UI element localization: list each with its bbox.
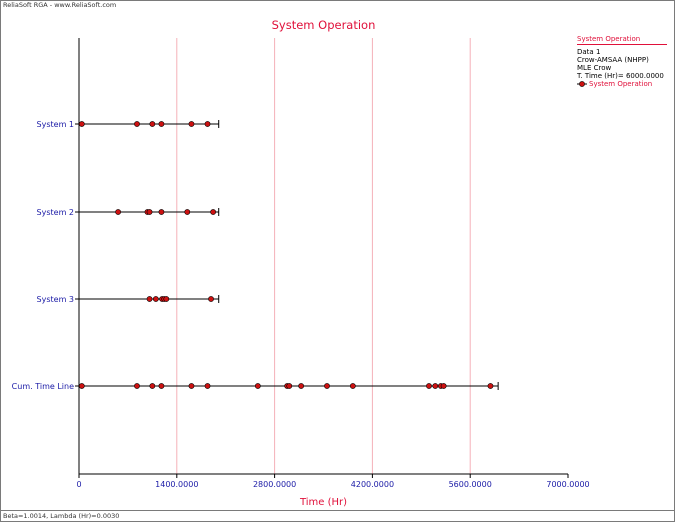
failure-point xyxy=(149,383,156,389)
legend-series-entry: System Operation xyxy=(577,80,667,88)
legend-title: System Operation xyxy=(577,35,667,45)
legend-series-label: System Operation xyxy=(589,80,653,88)
status-bar: Beta=1.0014, Lambda (Hr)=0.0030 xyxy=(1,510,674,522)
failure-point xyxy=(324,383,330,389)
failure-point xyxy=(158,209,165,215)
y-category-label: System 1 xyxy=(37,120,74,129)
failure-point xyxy=(163,296,170,302)
legend-line-data: Data 1 xyxy=(577,48,601,56)
x-tick-label: 2800.0000 xyxy=(253,480,296,489)
failure-point xyxy=(440,383,447,389)
failure-point xyxy=(426,383,432,389)
failure-point xyxy=(188,383,195,389)
failure-point xyxy=(204,383,211,389)
failure-point xyxy=(298,383,305,389)
axes xyxy=(75,38,569,478)
failure-point xyxy=(158,383,165,389)
failure-point xyxy=(158,121,165,127)
failure-point xyxy=(78,121,85,127)
x-tick-label: 1400.0000 xyxy=(155,480,198,489)
y-category-labels: System 1 System 2 System 3 Cum. Time Line xyxy=(12,120,74,391)
failure-point xyxy=(149,121,156,127)
failure-point xyxy=(487,383,494,389)
legend-marker-icon xyxy=(577,81,587,87)
x-axis-label: Time (Hr) xyxy=(299,497,347,508)
failure-point xyxy=(184,209,191,215)
failure-point xyxy=(204,121,211,127)
x-tick-label: 7000.0000 xyxy=(546,480,589,489)
chart-window: ReliaSoft RGA - www.ReliaSoft.com System… xyxy=(0,0,675,522)
failure-point xyxy=(146,209,153,215)
x-tick-label: 4200.0000 xyxy=(351,480,394,489)
failure-point xyxy=(134,121,140,127)
legend: System Operation Data 1 Crow-AMSAA (NHPP… xyxy=(577,35,667,88)
plot-area: System 1 System 2 System 3 Cum. Time Line 0… xyxy=(12,38,590,508)
y-category-label: Cum. Time Line xyxy=(12,382,74,391)
series-lines xyxy=(78,120,499,390)
failure-point xyxy=(349,383,356,389)
failure-point xyxy=(286,383,293,389)
legend-line-method: MLE Crow xyxy=(577,64,612,72)
y-category-label: System 3 xyxy=(37,295,74,304)
legend-line-model: Crow-AMSAA (NHPP) xyxy=(577,56,649,64)
failure-point xyxy=(134,383,140,389)
failure-point xyxy=(152,296,159,302)
failure-point xyxy=(254,383,261,389)
failure-point xyxy=(78,383,85,389)
failure-point xyxy=(188,121,195,127)
failure-point xyxy=(432,383,439,389)
x-tick-label: 5600.0000 xyxy=(449,480,492,489)
failure-point xyxy=(115,209,122,215)
failure-point xyxy=(208,296,214,302)
x-tick-label: 0 xyxy=(76,480,81,489)
legend-line-time: T. Time (Hr)= 6000.0000 xyxy=(577,72,664,80)
grid-lines xyxy=(176,38,471,474)
y-category-label: System 2 xyxy=(37,208,74,217)
failure-point xyxy=(146,296,153,302)
failure-point xyxy=(210,209,217,215)
x-tick-labels: 0 1400.0000 2800.0000 4200.0000 5600.0000 700… xyxy=(76,480,589,489)
parameter-readout: Beta=1.0014, Lambda (Hr)=0.0030 xyxy=(3,512,120,520)
